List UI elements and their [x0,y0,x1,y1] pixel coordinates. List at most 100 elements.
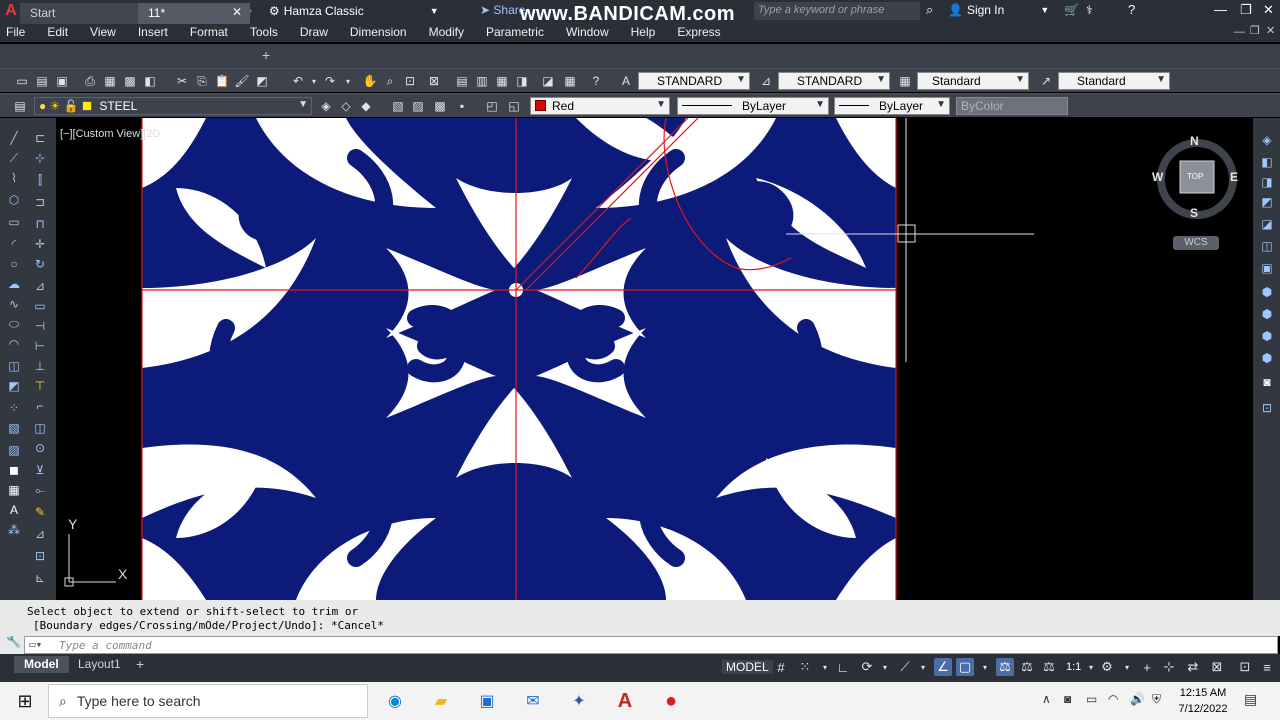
array-icon[interactable]: ⊓ [32,216,48,232]
text-style-icon[interactable]: A [618,73,634,89]
restore-icon[interactable]: ❐ [1240,2,1252,18]
mirror-icon[interactable]: ⫿ [32,172,48,188]
units-icon[interactable]: ⊹ [1160,658,1178,676]
spline-icon[interactable]: ∿ [6,296,22,312]
wrench-icon[interactable]: 🔧 [6,634,21,648]
make-block-icon[interactable]: ◩ [6,378,22,394]
view-iso-icon-2[interactable]: ⬢ [1259,306,1275,322]
menu-edit[interactable]: Edit [47,25,68,39]
circle-icon[interactable]: ○ [6,256,22,272]
view-manager-icon[interactable]: ⊡ [1259,400,1275,416]
view-3d-icon-5[interactable]: ◪ [1259,216,1275,232]
redo-dropdown-icon[interactable]: ▾ [340,73,356,89]
tab-start[interactable]: Start [20,3,138,24]
isodraft-icon[interactable]: ⟋ [896,658,914,676]
system-clock[interactable]: 12:15 AM 7/12/2022 [1172,685,1234,717]
calculator-icon[interactable]: ▦ [562,73,578,89]
view-3d-icon-2[interactable]: ◧ [1259,154,1275,170]
annotation-scale-value[interactable]: 1:1 [1066,661,1081,673]
doc-restore-icon[interactable]: ❐ [1250,24,1260,37]
break-icon[interactable]: ⊥ [32,358,48,374]
auto-scale-icon[interactable]: ⚖ [1018,658,1036,676]
wifi-icon[interactable]: ◠ [1108,692,1118,706]
workspace-selector[interactable]: ⚙ Hamza Classic ▼ [269,2,439,20]
erase-icon[interactable]: ⊏ [32,130,48,146]
minimize-icon[interactable]: — [1214,2,1227,17]
view-iso-icon-4[interactable]: ⬢ [1259,350,1275,366]
layer-match-icon[interactable]: ◱ [506,98,522,114]
add-selected-icon[interactable]: ⁂ [6,522,22,538]
view-3d-icon-1[interactable]: ◈ [1259,132,1275,148]
quick-properties-icon[interactable]: ⇄ [1184,658,1202,676]
ortho-icon[interactable]: ∟ [834,658,852,676]
layer-off-icon[interactable]: ▪ [454,98,470,114]
autocad-logo-icon[interactable]: A [0,0,22,22]
fillet-icon[interactable]: ◫ [32,420,48,436]
table-style-icon[interactable]: ▦ [897,73,913,89]
explode-icon[interactable]: ⊙ [32,440,48,456]
menu-insert[interactable]: Insert [138,25,168,39]
redo-icon[interactable]: ↷ [322,73,338,89]
doc-minimize-icon[interactable]: — [1234,26,1245,38]
workspace-gear-icon[interactable]: ⚙ [1098,658,1116,676]
customization-icon[interactable]: ≡ [1258,658,1276,676]
viewcube-top-face[interactable]: TOP [1187,172,1203,181]
notifications-icon[interactable]: ▤ [1244,691,1257,708]
store-icon[interactable]: ▣ [474,688,500,714]
viewcube[interactable]: N S E W TOP [1152,134,1242,224]
plot-preview-icon[interactable]: ▦ [102,73,118,89]
polyline-icon[interactable]: ⌇ [6,170,22,186]
properties-icon[interactable]: ▤ [454,73,470,89]
gradient-icon[interactable]: ▨ [6,442,22,458]
object-snap-icon[interactable]: ▢ [956,658,974,676]
command-input[interactable]: ▭▾ Type a command [24,636,1278,654]
close-icon[interactable]: ✕ [1263,2,1274,18]
menu-format[interactable]: Format [190,25,228,39]
design-center-icon[interactable]: ▥ [474,73,490,89]
help-search-input[interactable]: Type a keyword or phrase [754,2,920,20]
table-icon[interactable]: ▦ [6,482,22,498]
drawing-area[interactable] [56,118,1253,600]
layer-properties-icon[interactable]: ▤ [12,98,28,114]
add-layout-icon[interactable]: + [136,656,144,672]
menu-modify[interactable]: Modify [429,25,464,39]
polar-dropdown-icon[interactable]: ▾ [876,658,894,676]
layer-unisolate-icon[interactable]: ▨ [410,98,426,114]
menu-tools[interactable]: Tools [250,25,278,39]
block-editor-icon[interactable]: ◩ [254,73,270,89]
construction-line-icon[interactable]: ⟋ [6,150,22,166]
menu-view[interactable]: View [90,25,116,39]
help-icon[interactable]: ? [588,73,604,89]
compass-west[interactable]: W [1152,170,1163,184]
sheet-set-icon[interactable]: ◨ [514,73,530,89]
snap-dropdown-icon[interactable]: ▾ [816,658,834,676]
linetype-select[interactable]: ByLayer ▼ [677,97,829,115]
windows-start-icon[interactable]: ⊞ [12,688,38,714]
menu-draw[interactable]: Draw [300,25,328,39]
pencil-icon[interactable]: ✎ [32,504,48,520]
annotation-monitor-icon[interactable]: + [1138,658,1156,676]
save-icon[interactable]: ▣ [54,73,70,89]
copy-icon[interactable]: ⎘ [194,73,210,89]
view-iso-icon-1[interactable]: ⬢ [1259,284,1275,300]
zoom-window-icon[interactable]: ⊡ [402,73,418,89]
sign-in-button[interactable]: 👤 Sign In ▼ [948,3,1049,17]
ellipse-arc-icon[interactable]: ◠ [6,336,22,352]
markup-set-icon[interactable]: ◪ [540,73,556,89]
scale-icon[interactable]: ⊿ [32,278,48,294]
compass-east[interactable]: E [1230,170,1238,184]
blend-icon[interactable]: ⊻ [32,462,48,478]
arc-icon[interactable]: ◜ [6,236,22,252]
tab-layout1[interactable]: Layout1 [68,656,131,673]
share-button[interactable]: ➤ Share [480,3,525,17]
paste-icon[interactable]: 📋 [214,73,230,89]
view-iso-icon-3[interactable]: ⬢ [1259,328,1275,344]
multileader-style-icon[interactable]: ↗ [1038,73,1054,89]
tool-palettes-icon[interactable]: ▦ [494,73,510,89]
menu-parametric[interactable]: Parametric [486,25,544,39]
menu-help[interactable]: Help [631,25,656,39]
rectangle-icon[interactable]: ▭ [6,214,22,230]
undo-dropdown-icon[interactable]: ▾ [306,73,322,89]
show-hidden-icons-icon[interactable]: ∧ [1042,692,1051,706]
layer-lock-icon[interactable]: ◰ [484,98,500,114]
